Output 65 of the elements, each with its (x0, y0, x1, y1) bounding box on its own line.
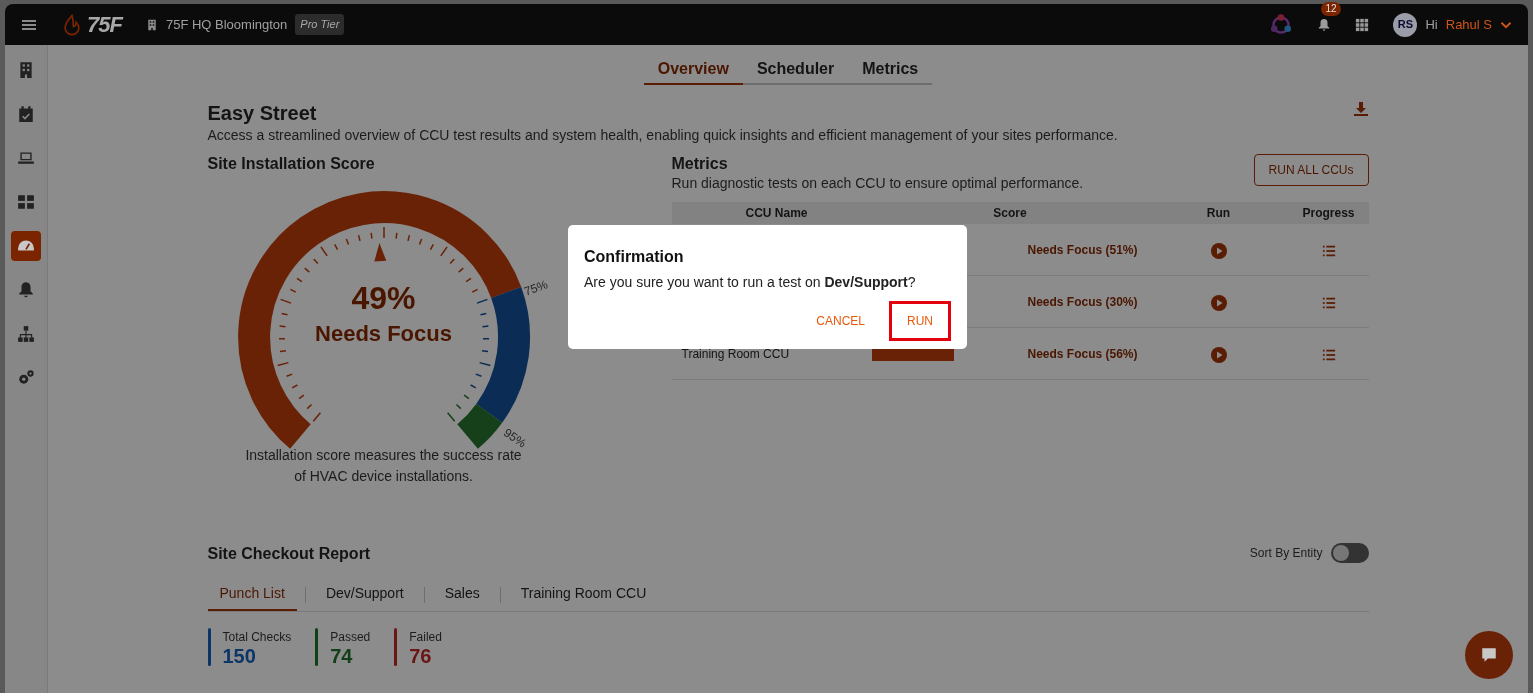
notification-count-badge: 12 (1321, 1, 1341, 16)
brand-logo-text: 75F (87, 11, 122, 39)
laptop-icon (17, 149, 35, 167)
column-header: Run (1205, 205, 1232, 223)
score-text: Needs Focus (51%) (1027, 241, 1138, 259)
tier-badge: Pro Tier (295, 14, 345, 35)
hierarchy-icon (17, 325, 35, 343)
greeting-text: Hi (1425, 15, 1438, 34)
stat-value: 74 (330, 646, 354, 667)
page-description: Access a streamlined overview of CCU test results and system health, enabling quick insights and efficient management of your sites performance. (207, 126, 1119, 145)
section-title: Site Installation Score (207, 154, 376, 174)
stat-value: 76 (409, 646, 433, 667)
column-header: CCU Name (744, 205, 809, 223)
dialog-button[interactable]: RUN (889, 301, 951, 342)
team-circle-icon[interactable] (1269, 12, 1294, 37)
page-tab[interactable]: Scheduler (742, 53, 849, 85)
gears-icon (17, 369, 35, 387)
list-icon[interactable] (1321, 295, 1336, 310)
page-tab[interactable]: Overview (643, 53, 743, 85)
report-tab[interactable]: Dev/Support (313, 579, 416, 612)
section-subtitle: Run diagnostic tests on each CCU to ensure optimal performance. (671, 174, 1085, 194)
stat-label: Passed (330, 629, 371, 647)
dialog-title: Confirmation (584, 247, 685, 267)
dialog-button[interactable]: CANCEL (800, 302, 881, 341)
sort-toggle[interactable] (1330, 543, 1369, 564)
gauge-marker-label: 75% (521, 276, 550, 301)
play-icon[interactable] (1210, 294, 1227, 311)
bell-icon[interactable] (1317, 18, 1332, 33)
section-title: Metrics (671, 154, 729, 174)
column-header: Score (992, 205, 1028, 223)
column-header: Progress (1301, 205, 1356, 223)
dashboard-icon (17, 193, 35, 211)
building-icon (17, 61, 35, 79)
toggle-label: Sort By Entity (1249, 545, 1323, 563)
score-text: Needs Focus (56%) (1027, 345, 1138, 363)
bell-icon (17, 281, 35, 299)
report-tab[interactable]: Punch List (207, 579, 297, 612)
list-icon[interactable] (1321, 243, 1336, 258)
stat-value: 150 (222, 646, 257, 667)
calendar-check-icon (17, 105, 35, 123)
site-name[interactable]: 75F HQ Bloomington (165, 14, 288, 35)
page-title: Easy Street (207, 101, 318, 125)
score-value: 49% (351, 279, 416, 319)
flame-logo-icon (61, 13, 83, 36)
section-title: Site Checkout Report (207, 543, 372, 563)
apps-grid-icon[interactable] (1355, 17, 1370, 32)
stat-label: Failed (409, 629, 442, 647)
building-icon (145, 17, 158, 32)
ccu-name: Training Room CCU (681, 346, 790, 361)
dialog-message: Are you sure you want to run a test on Dev/Support? (584, 273, 917, 293)
score-status: Needs Focus (315, 320, 452, 349)
play-icon[interactable] (1210, 346, 1227, 363)
user-avatar[interactable]: RS (1393, 12, 1418, 37)
chat-icon (1480, 646, 1498, 664)
report-tab[interactable]: Training Room CCU (508, 579, 659, 612)
run-all-button[interactable]: RUN ALL CCUs (1253, 154, 1369, 186)
report-tab[interactable]: Sales (432, 579, 492, 612)
page-tab[interactable]: Metrics (848, 53, 933, 85)
download-icon[interactable] (1352, 101, 1369, 117)
play-icon[interactable] (1210, 242, 1227, 259)
score-text: Needs Focus (30%) (1027, 293, 1138, 311)
user-name[interactable]: Rahul S (1445, 14, 1492, 35)
stat-label: Total Checks (222, 629, 292, 647)
list-icon[interactable] (1321, 347, 1336, 362)
sidebar-item[interactable] (11, 231, 41, 261)
